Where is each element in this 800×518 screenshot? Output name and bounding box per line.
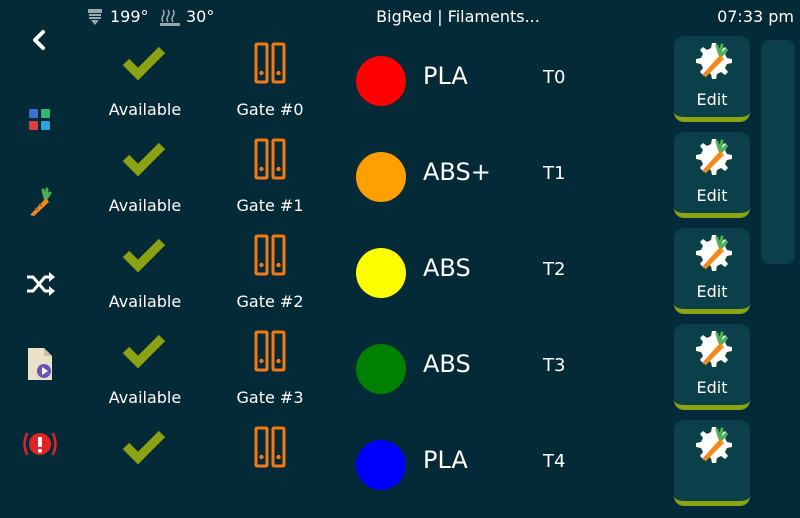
back-button[interactable]	[12, 12, 68, 68]
material-label: ABS+	[423, 158, 491, 186]
gate-status: Available	[100, 38, 190, 134]
gate-status: Available	[100, 230, 190, 326]
gate-info	[230, 422, 310, 518]
gate-status	[100, 422, 190, 518]
tool-label: T2	[543, 259, 566, 280]
carrot-icon	[30, 187, 52, 216]
tool-label: T1	[543, 163, 566, 184]
edit-button[interactable]	[674, 420, 750, 506]
print-file-button[interactable]	[12, 336, 68, 392]
status-label: Available	[108, 196, 182, 215]
gate-label: Gate #2	[236, 292, 304, 311]
gate-icon	[254, 138, 286, 180]
edit-label: Edit	[696, 90, 728, 109]
filament-settings-icon	[696, 427, 732, 463]
check-icon	[122, 46, 166, 81]
filament-color-swatch	[356, 440, 406, 490]
file-play-icon	[28, 348, 52, 380]
edit-button[interactable]: Edit	[674, 324, 750, 410]
edit-label: Edit	[696, 282, 728, 301]
filament-color-swatch	[356, 248, 406, 298]
top-bar: 199° 30° BigRed | Filaments... 07:33 pm	[80, 0, 800, 34]
material-label: ABS	[423, 254, 471, 282]
alert-icon	[23, 432, 57, 456]
filament-settings-icon	[696, 139, 732, 175]
filament-settings-icon	[696, 235, 732, 271]
filament-color-swatch	[356, 56, 406, 106]
filament-settings-icon	[696, 43, 732, 79]
gate-label: Gate #1	[236, 196, 304, 215]
edit-button[interactable]: Edit	[674, 228, 750, 314]
gate-row: PLA T4	[80, 420, 760, 518]
gate-icon	[254, 234, 286, 276]
check-icon	[122, 142, 166, 177]
filament-color-swatch	[356, 344, 406, 394]
edit-button[interactable]: Edit	[674, 36, 750, 122]
filament-settings-icon	[696, 331, 732, 367]
tool-label: T3	[543, 355, 566, 376]
page-title: BigRed | Filaments...	[376, 7, 540, 26]
gate-row: Available Gate #2 ABS T2 Edit	[80, 228, 760, 326]
filament-color-swatch	[356, 152, 406, 202]
edit-button[interactable]: Edit	[674, 132, 750, 218]
edit-label: Edit	[696, 378, 728, 397]
status-label: Available	[108, 100, 182, 119]
gate-icon	[254, 426, 286, 468]
gate-status: Available	[100, 326, 190, 422]
chevron-left-icon	[33, 30, 45, 50]
gate-info: Gate #3	[230, 326, 310, 422]
gate-status: Available	[100, 134, 190, 230]
shuffle-icon	[27, 272, 55, 296]
gate-row: Available Gate #0 PLA T0 Edit	[80, 36, 760, 134]
filament-button[interactable]	[12, 174, 68, 230]
gate-label: Gate #0	[236, 100, 304, 119]
check-icon	[122, 430, 166, 465]
gate-icon	[254, 42, 286, 84]
scrollbar[interactable]	[761, 40, 795, 264]
gate-row: Available Gate #1 ABS+ T1 Edit	[80, 132, 760, 230]
check-icon	[122, 334, 166, 369]
gate-row: Available Gate #3 ABS T3 Edit	[80, 324, 760, 422]
mmu-button[interactable]	[12, 256, 68, 312]
edit-label: Edit	[696, 186, 728, 205]
gate-info: Gate #2	[230, 230, 310, 326]
sidebar	[0, 0, 80, 480]
clock: 07:33 pm	[717, 7, 794, 26]
gate-label: Gate #3	[236, 388, 304, 407]
gate-info: Gate #1	[230, 134, 310, 230]
gate-info: Gate #0	[230, 38, 310, 134]
check-icon	[122, 238, 166, 273]
tool-label: T0	[543, 67, 566, 88]
status-label: Available	[108, 388, 182, 407]
tool-label: T4	[543, 451, 566, 472]
material-label: PLA	[423, 446, 468, 474]
status-label: Available	[108, 292, 182, 311]
emergency-stop-button[interactable]	[12, 416, 68, 472]
material-label: ABS	[423, 350, 471, 378]
material-label: PLA	[423, 62, 468, 90]
gate-icon	[254, 330, 286, 372]
grid-icon	[29, 109, 50, 130]
main-menu-button[interactable]	[12, 92, 68, 148]
